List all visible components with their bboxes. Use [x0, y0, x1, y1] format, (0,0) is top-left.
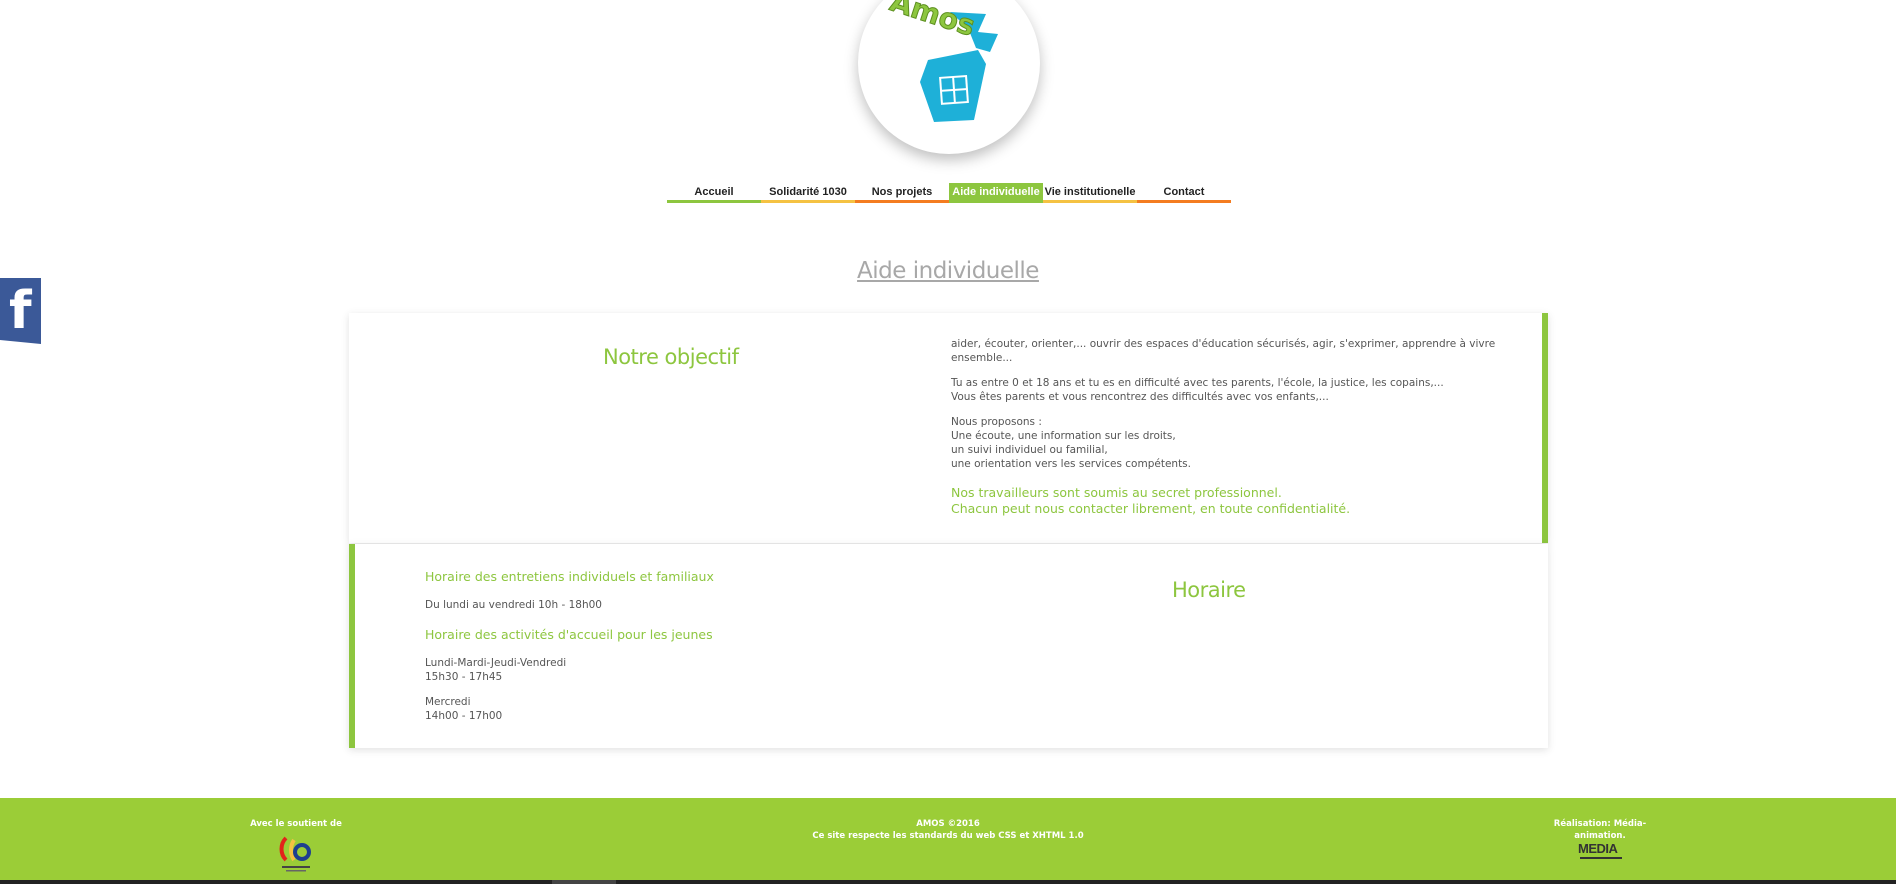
footer-support-label: Avec le soutient de — [250, 819, 342, 829]
nav-item-contact[interactable]: Contact — [1137, 183, 1231, 203]
objectif-paragraph-3: Nous proposons : Une écoute, une informa… — [951, 416, 1191, 470]
logo-brand-text: Amos — [886, 0, 979, 43]
nav-item-nos-projets[interactable]: Nos projets — [855, 183, 949, 203]
footer: Avec le soutient de AMOS ©2016 Ce site r… — [0, 798, 1896, 880]
footer-credits[interactable]: Réalisation: Média-animation. — [1530, 818, 1670, 842]
horaire-accueil-wednesday: Mercredi 14h00 - 17h00 — [425, 696, 503, 722]
facebook-tab[interactable]: f — [0, 278, 41, 344]
horaire-card: Horaire des entretiens individuels et fa… — [349, 544, 1548, 748]
bottom-bar-segment — [552, 880, 616, 884]
horaire-entretiens-hours: Du lundi au vendredi 10h - 18h00 — [425, 599, 602, 611]
nav-item-solidarit-1030[interactable]: Solidarité 1030 — [761, 183, 855, 203]
nav-item-aide-individuelle[interactable]: Aide individuelle — [949, 183, 1043, 203]
facebook-icon: f — [9, 281, 32, 341]
horaire-title: Horaire — [1172, 578, 1246, 602]
house-logo-icon: Amos — [886, 0, 998, 122]
site-logo[interactable]: Amos — [858, 0, 1040, 154]
page-bottom-bar — [0, 880, 1896, 884]
objectif-card: Notre objectif aider, écouter, orienter,… — [349, 313, 1548, 543]
horaire-subtitle-entretiens: Horaire des entretiens individuels et fa… — [425, 569, 714, 584]
nav-item-accueil[interactable]: Accueil — [667, 183, 761, 203]
confidentiality-note: Nos travailleurs sont soumis au secret p… — [951, 485, 1351, 516]
media-logo-underline — [1580, 857, 1622, 859]
media-animation-logo[interactable]: MEDIA — [1578, 841, 1618, 856]
objectif-title: Notre objectif — [603, 345, 739, 369]
objectif-paragraph-1: aider, écouter, orienter,... ouvrir des … — [951, 338, 1496, 364]
main-nav: Accueil Solidarité 1030 Nos projets Aide in… — [667, 183, 1231, 203]
page-title[interactable]: Aide individuelle — [0, 258, 1896, 284]
horaire-subtitle-accueil: Horaire des activités d'accueil pour les… — [425, 627, 713, 642]
objectif-paragraph-2: Tu as entre 0 et 18 ans et tu es en diff… — [951, 377, 1444, 403]
federation-logo-icon[interactable] — [278, 834, 314, 879]
nav-item-vie-institutionelle[interactable]: Vie institutionelle — [1043, 183, 1137, 203]
horaire-accueil-weekdays: Lundi-Mardi-Jeudi-Vendredi 15h30 - 17h45 — [425, 657, 567, 683]
footer-copyright: AMOS ©2016 Ce site respecte les standard… — [812, 819, 1084, 841]
